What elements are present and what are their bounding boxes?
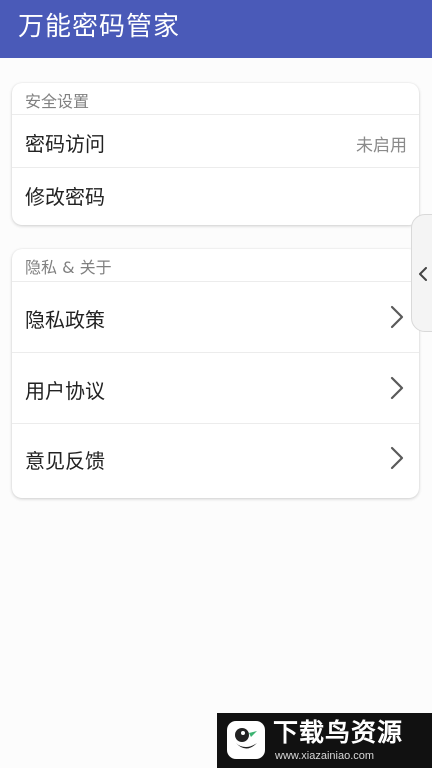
app-bar: 万能密码管家	[0, 0, 432, 58]
password-access-status: 未启用	[356, 136, 407, 156]
row-label-user-agreement: 用户协议	[25, 379, 105, 403]
side-drawer-handle[interactable]	[411, 214, 432, 332]
app-title: 万能密码管家	[18, 12, 181, 42]
row-label-password-access: 密码访问	[25, 132, 105, 156]
row-privacy-policy[interactable]: 隐私政策	[12, 282, 419, 352]
chevron-left-icon	[419, 267, 427, 281]
watermark-text: 下载鸟资源	[273, 718, 404, 747]
chevron-right-icon	[390, 376, 404, 400]
row-label-feedback: 意见反馈	[25, 449, 105, 473]
row-change-password[interactable]: 修改密码	[12, 168, 419, 220]
section-header-security: 安全设置	[25, 92, 90, 111]
chevron-right-icon	[390, 305, 404, 329]
row-user-agreement[interactable]: 用户协议	[12, 353, 419, 423]
security-settings-card: 安全设置 密码访问 未启用 修改密码	[12, 83, 419, 225]
row-label-privacy-policy: 隐私政策	[25, 308, 105, 332]
watermark-badge: 下载鸟资源 www.xiazainiao.com	[217, 713, 432, 768]
row-feedback[interactable]: 意见反馈	[12, 424, 419, 494]
section-header-privacy: 隐私 & 关于	[25, 258, 112, 277]
chevron-right-icon	[390, 446, 404, 470]
row-label-change-password: 修改密码	[25, 185, 105, 209]
privacy-about-card: 隐私 & 关于 隐私政策 用户协议 意见反馈	[12, 249, 419, 498]
watermark-url: www.xiazainiao.com	[275, 750, 375, 762]
row-password-access[interactable]: 密码访问 未启用	[12, 115, 419, 167]
bird-logo-icon	[227, 721, 265, 759]
